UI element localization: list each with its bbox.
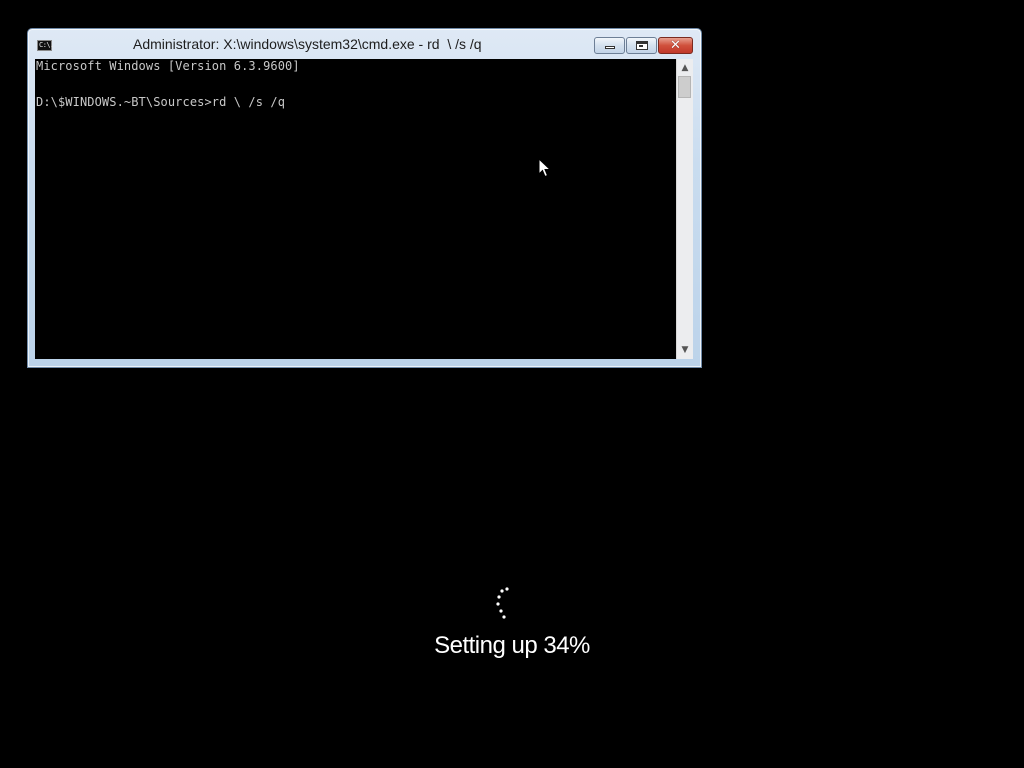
title-bar[interactable]: C:\. Administrator: X:\windows\system32\… <box>28 29 701 59</box>
maximize-icon <box>636 41 648 50</box>
close-button[interactable]: ✕ <box>658 37 693 54</box>
console-line-version: Microsoft Windows [Version 6.3.9600] <box>36 59 300 73</box>
mouse-pointer-icon <box>538 158 552 178</box>
chevron-up-icon[interactable]: ▲ <box>677 61 693 75</box>
console-line-command: D:\$WINDOWS.~BT\Sources>rd \ /s /q <box>36 95 286 109</box>
loading-spinner-icon <box>496 587 509 619</box>
setup-progress-label: Setting up 34% <box>434 632 590 659</box>
cmd-icon-label: C:\. <box>39 41 54 49</box>
minimize-button[interactable] <box>594 37 625 54</box>
cmd-icon[interactable]: C:\. <box>37 40 54 51</box>
maximize-button[interactable] <box>626 37 657 54</box>
cmd-window[interactable]: C:\. Administrator: X:\windows\system32\… <box>27 28 702 368</box>
close-icon: ✕ <box>670 38 681 53</box>
scroll-thumb[interactable] <box>678 76 691 98</box>
window-title: Administrator: X:\windows\system32\cmd.e… <box>133 36 482 52</box>
console-output[interactable]: Microsoft Windows [Version 6.3.9600] D:\… <box>35 59 676 359</box>
vertical-scrollbar[interactable]: ▲ ▼ <box>676 59 693 359</box>
chevron-down-icon[interactable]: ▼ <box>677 343 693 357</box>
minimize-icon <box>605 46 615 49</box>
